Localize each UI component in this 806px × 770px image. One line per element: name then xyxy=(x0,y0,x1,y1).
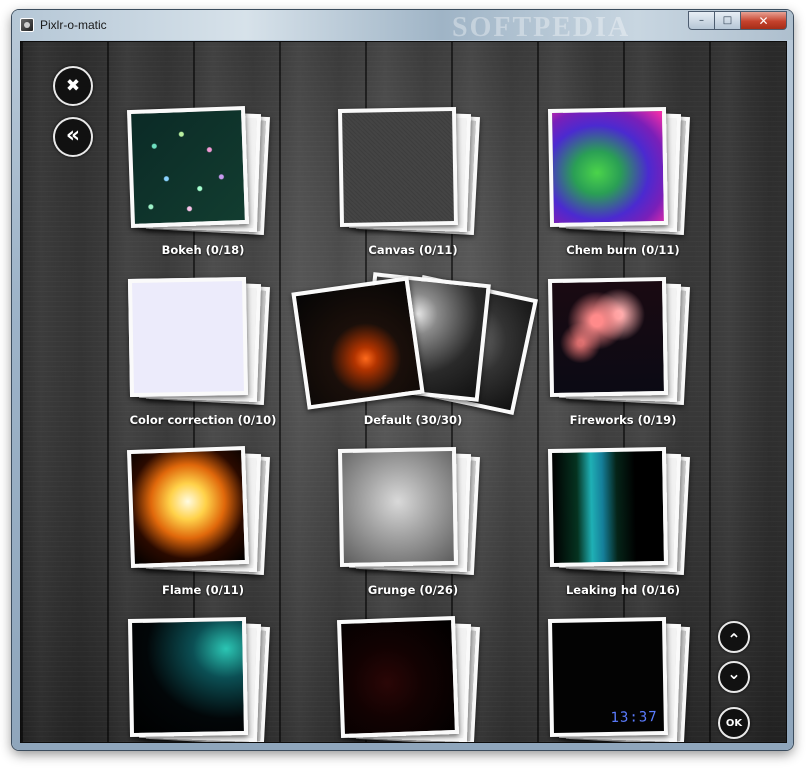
category-flame[interactable] xyxy=(126,445,279,578)
category-item[interactable] xyxy=(336,615,489,742)
category-label: Color correction (0/10) xyxy=(129,413,277,427)
category-item[interactable] xyxy=(127,616,279,742)
category-default[interactable] xyxy=(291,272,538,415)
category-label: Bokeh (0/18) xyxy=(161,243,245,257)
category-thumbnail xyxy=(126,445,250,569)
category-color-correction[interactable] xyxy=(127,276,279,408)
double-chevron-left-icon: « xyxy=(65,122,81,148)
category-thumbnail xyxy=(337,446,459,568)
clock-overlay-text: 13:37 xyxy=(610,709,658,726)
close-icon: ✖ xyxy=(65,75,81,96)
category-label: Leaking hd (0/16) xyxy=(565,583,681,597)
category-leaking-hd[interactable] xyxy=(547,446,699,578)
category-thumbnail xyxy=(291,276,425,410)
caption-buttons: – □ ✕ xyxy=(688,11,787,30)
category-thumbnail xyxy=(126,105,250,229)
watermark-text: SOFTPEDIA xyxy=(452,12,631,43)
window-title: Pixlr-o-matic xyxy=(40,18,107,32)
category-label: Canvas (0/11) xyxy=(368,243,458,257)
chevron-up-icon: ⌃ xyxy=(727,630,741,649)
ok-label: OK xyxy=(725,717,743,729)
category-thumbnail: 13:37 xyxy=(547,616,669,738)
scroll-up-button[interactable]: ⌃ xyxy=(718,621,750,653)
category-bokeh[interactable] xyxy=(126,105,279,238)
close-panel-button[interactable]: ✖ xyxy=(53,66,93,106)
category-thumbnail xyxy=(547,276,669,398)
app-icon xyxy=(20,18,34,32)
title-bar[interactable]: Pixlr-o-matic SOFTPEDIA – □ ✕ xyxy=(12,10,793,43)
category-thumbnail xyxy=(547,106,669,228)
effects-browser: ✖ « Bokeh (0/18) Canvas (0/11) Chem burn… xyxy=(20,41,787,743)
maximize-button[interactable]: □ xyxy=(715,11,741,30)
minimize-icon: – xyxy=(699,15,704,26)
scroll-down-button[interactable]: ⌄ xyxy=(718,661,750,693)
category-label: Default (30/30) xyxy=(363,413,463,427)
category-canvas[interactable] xyxy=(337,106,489,238)
close-icon: ✕ xyxy=(758,13,769,28)
category-thumbnail xyxy=(127,276,249,398)
back-button[interactable]: « xyxy=(53,117,93,157)
category-grunge[interactable] xyxy=(337,446,489,578)
category-thumbnail xyxy=(547,446,669,568)
maximize-icon: □ xyxy=(722,15,733,26)
category-label: Fireworks (0/19) xyxy=(569,413,677,427)
category-label: Grunge (0/26) xyxy=(367,583,459,597)
window-close-button[interactable]: ✕ xyxy=(741,11,787,30)
app-window: Pixlr-o-matic SOFTPEDIA – □ ✕ ✖ « Bokeh … xyxy=(12,10,793,750)
minimize-button[interactable]: – xyxy=(688,11,715,30)
ok-button[interactable]: OK xyxy=(718,707,750,739)
category-thumbnail xyxy=(127,616,249,738)
category-label: Flame (0/11) xyxy=(161,583,245,597)
category-label: Chem burn (0/11) xyxy=(566,243,680,257)
chevron-down-icon: ⌄ xyxy=(727,664,741,683)
category-item[interactable]: 13:37 xyxy=(547,616,699,742)
category-fireworks[interactable] xyxy=(547,276,699,408)
category-thumbnail xyxy=(336,615,460,739)
category-thumbnail xyxy=(337,106,459,228)
category-chem-burn[interactable] xyxy=(547,106,699,238)
